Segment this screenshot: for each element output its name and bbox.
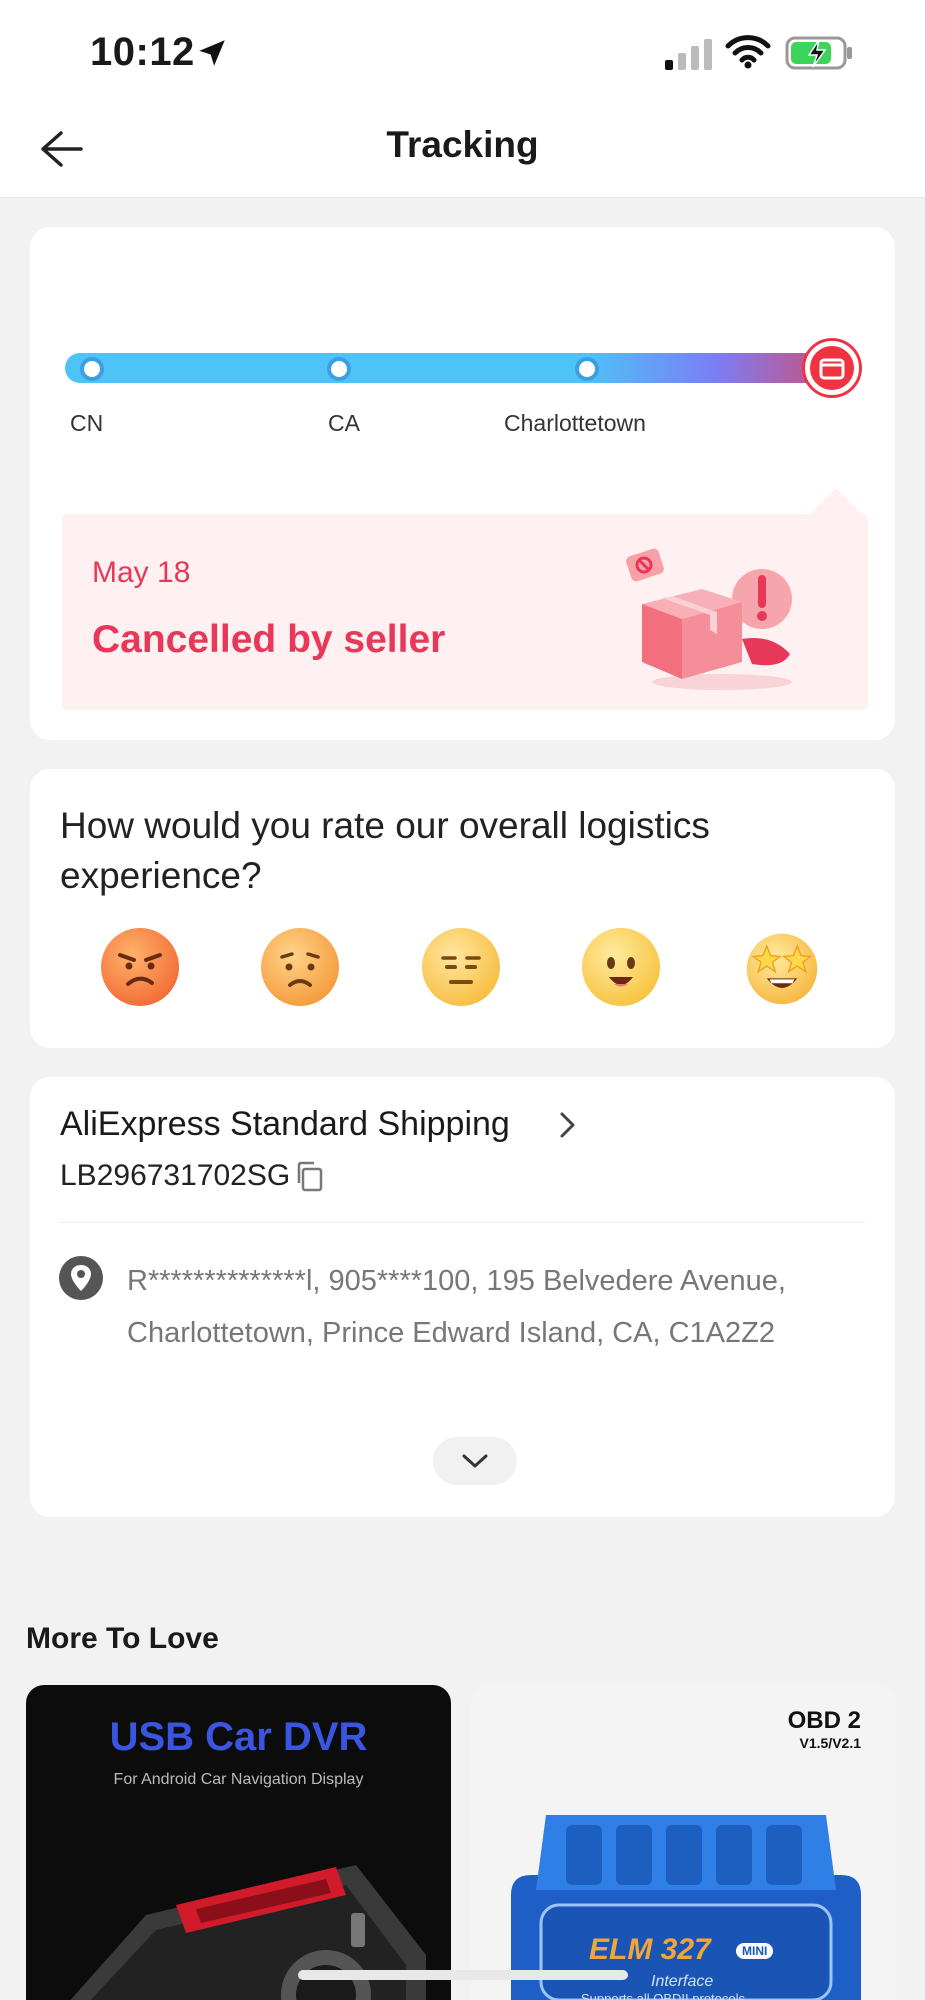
status-text: Cancelled by seller [92,618,446,661]
status-box: May 18 Cancelled by seller [62,514,868,710]
status-time: 10:12 [90,30,195,74]
sad-face-icon[interactable] [260,927,340,1007]
starstruck-face-icon[interactable] [742,927,822,1007]
progress-dot-ca [327,357,351,381]
expand-button[interactable] [433,1437,517,1485]
status-bar: 10:12 [0,0,925,100]
rating-card: How would you rate our overall logistics… [30,769,895,1048]
product-card-dvr[interactable]: USB Car DVR For Android Car Navigation D… [26,1685,451,2000]
happy-face-icon[interactable] [581,927,661,1007]
signal-icon [665,39,712,70]
tracking-progress-bar [65,353,860,383]
location-label-cn: CN [70,410,104,436]
location-label-ca: CA [328,410,360,436]
rating-question: How would you rate our overall logistics… [60,805,710,896]
location-arrow-icon [199,40,225,66]
product-card-obd2[interactable]: OBD 2 V1.5/V2.1 ELM 327 MINI Interface S… [471,1685,896,2000]
location-label-charlottetown: Charlottetown [504,410,646,436]
progress-dot-cn [80,357,104,381]
status-date: May 18 [92,556,191,589]
divider [60,1222,865,1223]
copy-icon[interactable] [295,1161,325,1193]
shipping-method-link[interactable]: AliExpress Standard Shipping [60,1105,510,1144]
product-title: USB Car DVR [109,1715,368,1759]
product-subtitle: V1.5/V2.1 [799,1735,862,1751]
product-caption-secondary: Supports all OBDII protocols [581,1991,746,2000]
wifi-icon [725,35,771,69]
shipping-card: AliExpress Standard Shipping LB296731702… [30,1077,895,1517]
page-title: Tracking [386,124,539,165]
product-title: OBD 2 [787,1707,861,1734]
cancelled-package-illustration [626,548,792,690]
tracking-card: CN CA Charlottetown May 18 Cancelled by … [30,227,895,740]
neutral-face-icon[interactable] [421,927,501,1007]
product-caption: Interface [651,1973,714,1990]
cancelled-box-icon [819,358,845,380]
battery-icon [785,36,852,70]
home-indicator[interactable] [298,1970,628,1980]
chevron-right-icon[interactable] [558,1110,578,1140]
product-badge: MINI [736,1943,774,1959]
more-to-love-title: More To Love [26,1622,219,1655]
shipping-address: R**************l, 905****100, 195 Belved… [127,1265,786,1349]
status-box-notch [810,488,862,514]
progress-dot-charlottetown [575,357,599,381]
product-subtitle: For Android Car Navigation Display [113,1771,364,1788]
product-label: ELM 327 [589,1933,711,1966]
nav-bar: Tracking [0,100,925,198]
tracking-number: LB296731702SG [60,1159,291,1192]
progress-end-marker [805,341,859,395]
chevron-down-icon [462,1454,488,1468]
angry-face-icon[interactable] [100,927,180,1007]
location-pin-icon [59,1256,103,1300]
